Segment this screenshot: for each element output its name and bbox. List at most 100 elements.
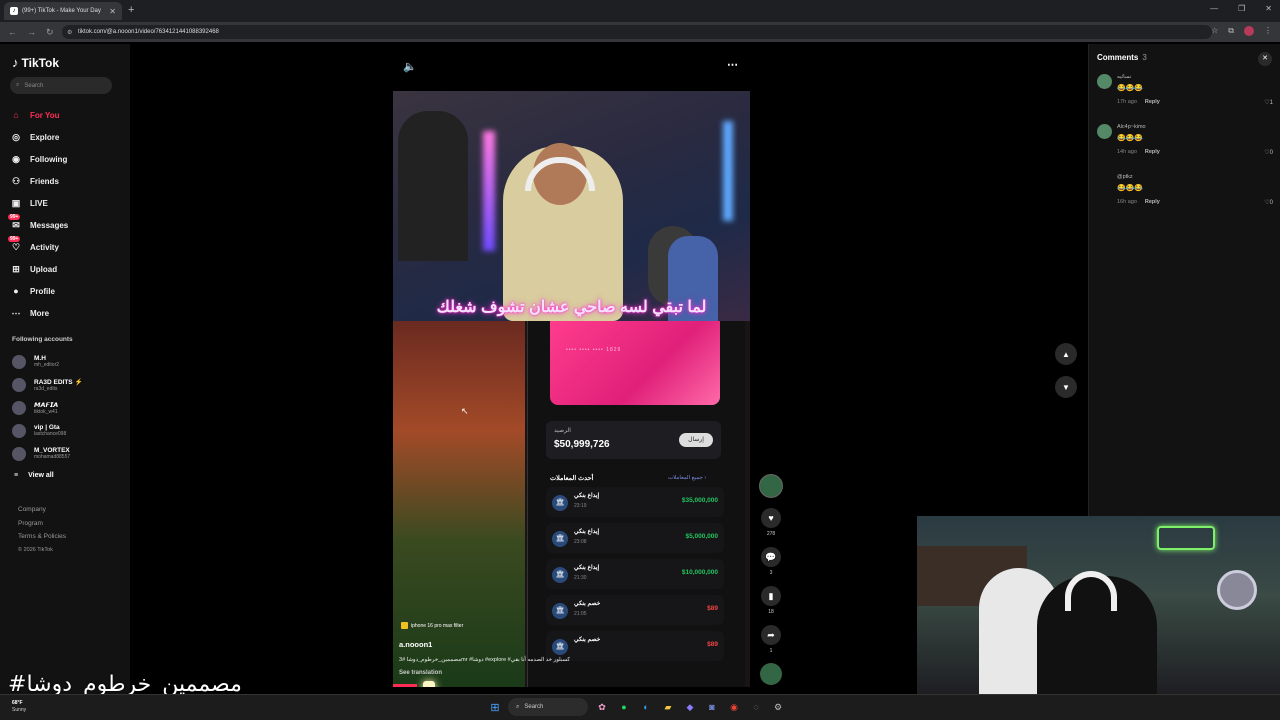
sidebar-item-upload[interactable]: ⊞ Upload [10, 258, 125, 280]
avatar[interactable] [1097, 124, 1112, 139]
widgets-icon[interactable]: ✿ [594, 699, 610, 715]
settings-gear-icon[interactable]: ⚙ [770, 699, 786, 715]
transaction-amount: $10,000,000 [681, 569, 718, 576]
sidebar-item-friends[interactable]: ⚇ Friends [10, 170, 125, 192]
list-icon: ≡ [14, 472, 19, 479]
volume-icon[interactable]: 🔈 [403, 60, 417, 73]
close-icon[interactable]: ✕ [1258, 52, 1272, 66]
account-item[interactable]: RA3D EDITS ⚡ ra3d_edits [12, 373, 122, 396]
bookmark-star-icon[interactable]: ☆ [1211, 26, 1218, 36]
taskbar-search[interactable]: ⌕ Search [508, 698, 588, 716]
avatar[interactable] [1097, 74, 1112, 89]
comment-like[interactable]: ♡0 [1264, 149, 1273, 156]
window-close-icon[interactable]: ✕ [1265, 4, 1272, 13]
comment-like[interactable]: ♡1 [1264, 99, 1273, 106]
comment-user[interactable]: نسائيه [1117, 74, 1131, 80]
share-icon[interactable]: ➦ [761, 625, 781, 645]
save-action[interactable]: ▮ 18 [761, 586, 781, 615]
weather-widget[interactable]: 68°F Sunny [12, 700, 26, 714]
activity-icon: ♡ 99+ [8, 236, 21, 252]
forward-icon[interactable]: → [27, 27, 36, 38]
avatar [12, 423, 26, 438]
view-all-link[interactable]: ≡ View all [14, 472, 54, 479]
video-author[interactable]: a.nooon1 [399, 640, 432, 649]
account-item[interactable]: vip | Gta lastchance098 [12, 419, 122, 442]
tiktok-note-icon: ♪ [12, 55, 19, 70]
spotify-icon[interactable]: ● [616, 699, 632, 715]
sidebar-item-messages[interactable]: ✉ 99+ Messages [8, 214, 125, 236]
compass-icon: ◎ [12, 131, 20, 142]
video-player[interactable]: •••• •••• •••• 1829 الرصيد $50,999,726 إ… [393, 91, 750, 687]
tiktok-logo[interactable]: ♪ TikTok [12, 55, 59, 70]
account-item[interactable]: M_VORTEX mohamad88557 [12, 442, 122, 465]
transactions-header: أحدث المعاملات [550, 475, 594, 482]
creator-avatar[interactable] [759, 474, 783, 498]
effect-tag[interactable]: iphone 16 pro max filter [401, 622, 463, 629]
balance-value: $50,999,726 [554, 439, 610, 450]
new-tab-icon[interactable]: + [128, 4, 134, 16]
like-action[interactable]: ♥ 278 [761, 508, 781, 537]
sidebar-item-following[interactable]: ◉ Following [10, 148, 125, 170]
next-video-icon[interactable]: ▼ [1055, 376, 1077, 398]
account-name: vip | Gta [34, 424, 60, 431]
footer-program-link[interactable]: Program [18, 517, 66, 531]
previous-video-icon[interactable]: ▲ [1055, 343, 1077, 365]
file-explorer-icon[interactable]: ▰ [660, 699, 676, 715]
site-info-icon[interactable]: ⚙ [67, 29, 72, 36]
more-icon: ⋯ [11, 307, 21, 318]
sidebar-item-more[interactable]: ⋯ More [10, 302, 125, 324]
sidebar-item-profile[interactable]: ● Profile [10, 280, 125, 302]
comment-like[interactable]: ♡0 [1264, 199, 1273, 206]
comment-text: 😂😂😂 [1117, 85, 1144, 92]
browser-tab[interactable]: ♪ (99+) TikTok - Make Your Day ✕ [4, 2, 122, 20]
reply-button[interactable]: Reply [1145, 199, 1160, 205]
taskbar: 68°F Sunny ⊞ ⌕ Search ✿ ● ◐ ▰ ◆ ◙ ◉ ◌ ⚙ [0, 694, 1280, 720]
comment-icon[interactable]: 💬 [761, 547, 781, 567]
nav-buttons: ← → ↻ [8, 27, 54, 38]
more-options-icon[interactable]: ⋯ [727, 58, 738, 71]
sidebar-item-live[interactable]: ▣ LIVE [10, 192, 125, 214]
nav-label: Explore [30, 132, 60, 142]
menu-kebab-icon[interactable]: ⋮ [1264, 26, 1272, 36]
cam-neon-sign [1157, 526, 1215, 550]
comment-user[interactable]: Alc4p~kimo [1117, 124, 1146, 130]
effect-label: iphone 16 pro max filter [411, 622, 464, 629]
browser-toolbar-icons: ☆ ⧉ ⋮ [1211, 26, 1272, 36]
comment-user[interactable]: @ptkz [1117, 174, 1133, 180]
chrome-icon[interactable]: ◉ [726, 699, 742, 715]
reply-button[interactable]: Reply [1145, 149, 1160, 155]
sidebar-item-for-you[interactable]: ⌂ For You [10, 104, 125, 126]
heart-icon[interactable]: ♥ [761, 508, 781, 528]
steam-icon[interactable]: ◌ [748, 699, 764, 715]
tab-close-icon[interactable]: ✕ [109, 7, 116, 16]
sound-disc-icon[interactable] [760, 663, 782, 685]
address-bar[interactable]: ⚙ tiktok.com/@a.nooon1/video/76341214410… [62, 25, 1212, 39]
windows-start-icon[interactable]: ⊞ [488, 700, 502, 714]
discord-icon[interactable]: ◙ [704, 699, 720, 715]
sidebar-item-explore[interactable]: ◎ Explore [10, 126, 125, 148]
footer-copyright: © 2026 TikTok [18, 546, 53, 553]
video-scene-garden [393, 321, 525, 687]
share-count: 1 [769, 648, 773, 654]
see-translation-link[interactable]: See translation [399, 670, 442, 676]
sidebar-item-activity[interactable]: ♡ 99+ Activity [8, 236, 125, 258]
comment-action[interactable]: 💬 3 [761, 547, 781, 576]
minimize-icon[interactable]: — [1210, 4, 1218, 13]
profile-avatar-icon[interactable] [1244, 26, 1254, 36]
video-progress-bar[interactable] [393, 684, 417, 687]
maximize-icon[interactable]: ❐ [1238, 4, 1245, 13]
footer-terms-link[interactable]: Terms & Policies [18, 530, 66, 544]
copilot-icon[interactable]: ◆ [682, 699, 698, 715]
back-icon[interactable]: ← [8, 27, 17, 38]
reply-button[interactable]: Reply [1145, 99, 1160, 105]
extensions-icon[interactable]: ⧉ [1228, 26, 1234, 36]
footer-company-link[interactable]: Company [18, 503, 66, 517]
account-item[interactable]: 𝙈𝘼𝙁𝙄𝘼 tiktok_w41 [12, 396, 122, 419]
edge-icon[interactable]: ◐ [638, 699, 654, 715]
reload-icon[interactable]: ↻ [46, 27, 54, 38]
bookmark-icon[interactable]: ▮ [761, 586, 781, 606]
share-action[interactable]: ➦ 1 [761, 625, 781, 654]
account-item[interactable]: M.H mh_editor2 [12, 350, 122, 373]
live-icon: ▣ [11, 197, 21, 208]
search-input[interactable]: ⌕ Search [10, 77, 112, 94]
